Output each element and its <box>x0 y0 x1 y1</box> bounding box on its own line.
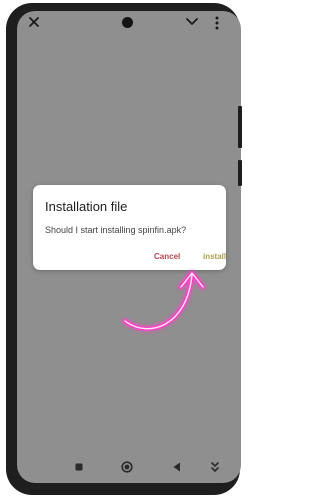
cancel-button[interactable]: Cancel <box>154 252 180 261</box>
front-camera <box>122 17 133 28</box>
home-circle-icon[interactable] <box>120 460 134 474</box>
power-button <box>238 160 242 186</box>
close-icon[interactable] <box>27 15 41 29</box>
dialog-title: Installation file <box>45 199 128 214</box>
back-triangle-icon[interactable] <box>170 460 184 474</box>
volume-button <box>238 106 242 148</box>
navigation-bar <box>17 455 241 479</box>
download-icon[interactable] <box>208 460 222 474</box>
more-vertical-icon[interactable] <box>213 16 221 30</box>
phone-screen: Installation file Should I start install… <box>17 11 241 483</box>
install-button[interactable]: install <box>203 252 226 261</box>
dialog-message: Should I start installing spinfin.apk? <box>45 225 187 235</box>
status-bar <box>17 11 241 33</box>
install-dialog: Installation file Should I start install… <box>33 185 226 270</box>
chevron-down-icon[interactable] <box>185 16 199 28</box>
phone-frame: Installation file Should I start install… <box>6 3 241 495</box>
square-icon[interactable] <box>72 460 86 474</box>
